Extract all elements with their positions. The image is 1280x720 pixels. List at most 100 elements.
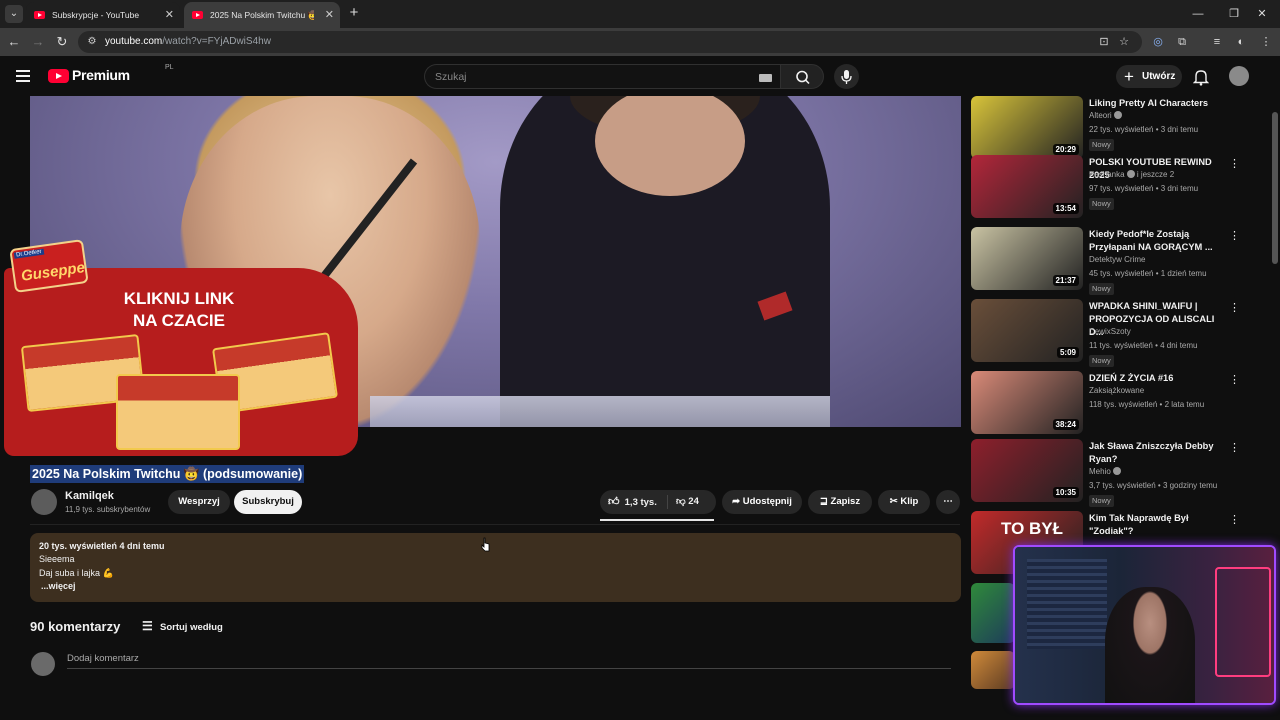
browser-menu-icon[interactable]: ⋮ [1258, 34, 1274, 50]
comment-input-underline [67, 668, 951, 669]
create-button[interactable]: + Utwórz [1116, 65, 1182, 88]
address-toolbar: ← → ↻ ⚙ youtube.com/watch?v=FYjADwiS4hw … [0, 28, 1280, 56]
browser-tab-subscriptions[interactable]: Subskrypcje - YouTube ✕ [26, 2, 180, 28]
more-options-icon[interactable]: ⋮ [1229, 229, 1240, 242]
tab-search-button[interactable]: ⌄ [5, 5, 23, 23]
search-placeholder: Szukaj [435, 71, 467, 83]
search-button[interactable] [780, 64, 824, 89]
sponsor-headline: KLIKNIJ LINK NA CZACIE [104, 288, 254, 332]
share-button[interactable]: ➦ Udostępnij [722, 490, 802, 514]
more-actions-button[interactable]: ⋯ [936, 490, 960, 514]
sort-icon: ☰ [142, 619, 153, 633]
install-app-icon[interactable]: ⊡ [1096, 34, 1112, 50]
channel-name: Zaksiążkowane [1089, 386, 1145, 395]
media-controls-icon[interactable]: ≡ [1209, 34, 1225, 50]
recommended-video-title[interactable]: Kim Tak Naprawdę Był "Zodiak"? [1089, 512, 1224, 538]
more-options-icon[interactable]: ⋮ [1229, 441, 1240, 454]
channel-subscriber-count: 11,9 tys. subskrybentów [65, 505, 151, 514]
search-input[interactable]: Szukaj [424, 64, 780, 89]
sponsor-overlay: Dr.Oetker Guseppe KLIKNIJ LINK NA CZACIE [4, 239, 360, 460]
streamer-webcam-overlay [1013, 545, 1276, 705]
recommended-video-title[interactable]: Kiedy Pedof*le Zostają Przyłapani NA GOR… [1089, 228, 1224, 254]
new-tab-button[interactable]: + [345, 4, 363, 22]
channel-suffix: i jeszcze 2 [1136, 170, 1175, 179]
recommended-channel[interactable]: Mehio [1089, 467, 1121, 476]
recommended-channel[interactable]: Detektyw Crime [1089, 255, 1145, 264]
channel-name: Kashanka [1089, 170, 1125, 179]
more-options-icon[interactable]: ⋮ [1229, 513, 1240, 526]
account-avatar[interactable] [1229, 66, 1249, 86]
description-more-link[interactable]: ...więcej [39, 580, 952, 593]
clip-button[interactable]: ✂ Klip [878, 490, 930, 514]
recommended-channel[interactable]: Kashanka i jeszcze 2 [1089, 170, 1174, 179]
more-options-icon[interactable]: ⋮ [1229, 157, 1240, 170]
reload-icon[interactable]: ↻ [54, 34, 70, 50]
more-options-icon[interactable]: ⋮ [1229, 373, 1240, 386]
recommended-video[interactable]: 5:09 WPADKA SHINI_WAIFU | PROPOZYCJA OD A… [971, 299, 1261, 367]
recommended-video[interactable]: 38:24 DZIEŃ Z ŻYCIA #16 Zaksiążkowane 118 t… [971, 371, 1261, 439]
verified-check-icon [1112, 467, 1121, 475]
channel-avatar[interactable] [31, 489, 57, 515]
dislike-button[interactable]: 👎︎ 24 [676, 490, 699, 514]
thumbs-down-icon: 👎︎ [676, 496, 686, 507]
description-line: Sieeema [39, 554, 75, 565]
address-bar[interactable]: ⚙ youtube.com/watch?v=FYjADwiS4hw ⊡ ☆ [78, 31, 1142, 53]
recommended-video-title[interactable]: Jak Sława Zniszczyła Debby Ryan? [1089, 440, 1224, 466]
like-button[interactable]: 👍︎ 1,3 tys. [608, 490, 657, 515]
video-thumbnail[interactable] [971, 583, 1015, 643]
back-arrow-icon[interactable]: ← [6, 34, 22, 50]
close-window-button[interactable]: ✕ [1244, 0, 1280, 28]
add-comment-input[interactable]: Dodaj komentarz [67, 653, 139, 664]
recommended-video-meta: 22 tys. wyświetleń • 3 dni temu [1089, 125, 1199, 134]
keyboard-icon[interactable] [759, 74, 772, 82]
thumbnail-text: TO BYŁ [1001, 519, 1064, 538]
share-arrow-icon: ➦ [732, 496, 743, 507]
tab-label: Subskrypcje - YouTube [52, 10, 140, 20]
new-badge: Nowy [1089, 355, 1114, 367]
recommended-channel[interactable]: Zaksiążkowane [1089, 386, 1144, 395]
site-info-icon[interactable]: ⚙ [86, 36, 98, 48]
video-thumbnail[interactable]: 38:24 [971, 371, 1083, 434]
minimize-window-button[interactable]: — [1180, 0, 1216, 28]
subscribe-button[interactable]: Subskrybuj [234, 490, 302, 514]
support-button[interactable]: Wesprzyj [168, 490, 230, 514]
recommended-video-title[interactable]: DZIEŃ Z ŻYCIA #16 [1089, 372, 1224, 385]
extensions-puzzle-icon[interactable]: ⧉ [1174, 34, 1190, 50]
video-thumbnail[interactable]: 13:54 [971, 155, 1083, 218]
microphone-icon [841, 70, 852, 84]
browser-tab-video[interactable]: 2025 Na Polskim Twitchu 🤠 (p ✕ [184, 2, 340, 28]
close-tab-icon[interactable]: ✕ [165, 2, 174, 28]
sidebar-scrollbar[interactable] [1272, 112, 1278, 264]
profile-icon[interactable]: ◐ [1233, 34, 1249, 50]
recommended-channel[interactable]: Alteori [1089, 111, 1122, 120]
video-thumbnail[interactable]: 21:37 [971, 227, 1083, 290]
menu-hamburger-icon[interactable] [16, 70, 30, 82]
video-description[interactable]: 20 tys. wyświetleń 4 dni temu Sieeema Da… [30, 533, 961, 602]
video-thumbnail[interactable]: 20:29 [971, 96, 1083, 159]
forward-arrow-icon[interactable]: → [30, 34, 46, 50]
recommended-video[interactable]: 21:37 Kiedy Pedof*le Zostają Przyłapani N… [971, 227, 1261, 295]
webcam-streamer [1105, 587, 1195, 703]
more-options-icon[interactable]: ⋮ [1229, 301, 1240, 314]
save-button[interactable]: ⊒ Zapisz [808, 490, 872, 514]
recommended-video-title[interactable]: Liking Pretty AI Characters [1089, 97, 1224, 110]
notifications-bell-icon[interactable] [1192, 68, 1210, 86]
video-thumbnail[interactable]: 5:09 [971, 299, 1083, 362]
bookmark-star-icon[interactable]: ☆ [1116, 34, 1132, 50]
logo-text: Premium [72, 67, 130, 83]
video-duration: 13:54 [1052, 203, 1079, 214]
recommended-channel[interactable]: CewixSzoty [1089, 327, 1131, 336]
extension-circle-icon[interactable]: ◎ [1150, 34, 1166, 50]
new-badge: Nowy [1089, 198, 1114, 210]
video-thumbnail[interactable]: 10:35 [971, 439, 1083, 502]
voice-search-button[interactable] [834, 64, 859, 89]
recommended-video[interactable]: 20:29 Liking Pretty AI Characters Alteori 2… [971, 96, 1261, 164]
sort-comments-button[interactable]: ☰ Sortuj według [142, 619, 223, 633]
youtube-favicon-icon [34, 11, 45, 19]
channel-name[interactable]: Kamilqek [65, 490, 114, 502]
recommended-video[interactable]: 10:35 Jak Sława Zniszczyła Debby Ryan? Meh… [971, 439, 1261, 507]
video-thumbnail[interactable] [971, 651, 1015, 689]
youtube-favicon-icon [192, 11, 203, 19]
close-tab-icon[interactable]: ✕ [325, 2, 334, 28]
recommended-video[interactable]: 13:54 POLSKI YOUTUBE REWIND 2025 Kashanka … [971, 155, 1261, 223]
